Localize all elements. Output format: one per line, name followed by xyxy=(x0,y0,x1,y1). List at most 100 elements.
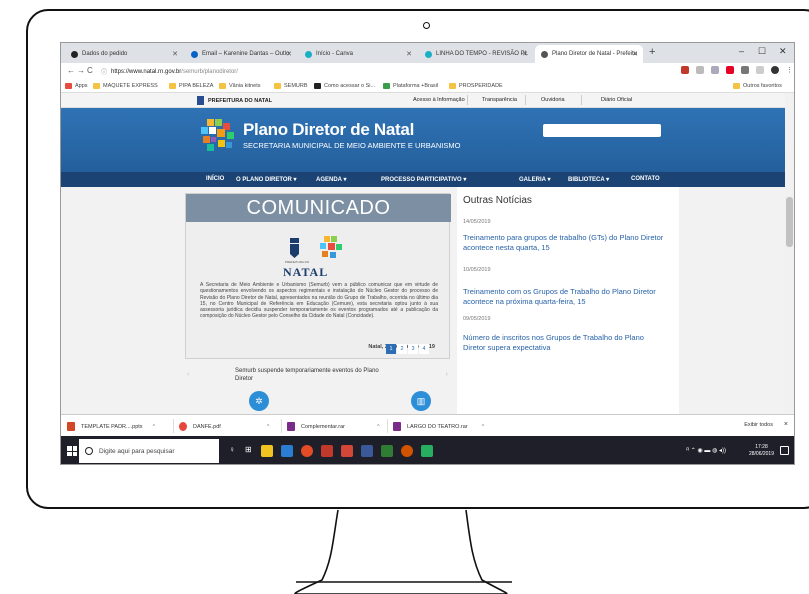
menu-o-plano-diretor[interactable]: O PLANO DIRETOR ▾ xyxy=(236,176,297,183)
chevron-right-icon[interactable]: › xyxy=(446,371,448,378)
tab-canva[interactable]: Início - Canva ✕ xyxy=(299,45,417,63)
maximize-icon[interactable]: ☐ xyxy=(758,46,766,57)
carousel-slide[interactable]: COMUNICADO PREFEITURA DO NATAL A Secreta… xyxy=(185,193,451,359)
bookmark-item[interactable]: SEMURB xyxy=(274,83,308,89)
download-item[interactable]: TEMPLATE PADR....pptx ^ xyxy=(67,422,155,431)
tab-email[interactable]: Email – Karenine Dantas – Outlo ✕ xyxy=(185,45,297,63)
chevron-up-icon[interactable]: ^ xyxy=(267,424,270,430)
bookmark-item[interactable]: PIPA BELEZA xyxy=(169,83,213,89)
store-icon[interactable] xyxy=(281,445,293,457)
site-title[interactable]: Plano Diretor de Natal xyxy=(243,120,414,140)
menu-contato[interactable]: CONTATO xyxy=(631,176,660,182)
close-icon[interactable]: × xyxy=(784,421,788,428)
menu-icon[interactable]: ⋮ xyxy=(786,66,793,74)
task-view-icon[interactable]: ⊞ xyxy=(245,445,252,454)
gear-icon[interactable]: ✲ xyxy=(249,391,269,411)
extension-icon[interactable] xyxy=(711,66,719,74)
back-icon[interactable]: ← xyxy=(67,66,75,75)
file-explorer-icon[interactable] xyxy=(261,445,273,457)
drive-icon[interactable] xyxy=(741,66,749,74)
extension-icon[interactable] xyxy=(756,66,764,74)
search-input[interactable] xyxy=(543,124,661,137)
show-all-downloads-button[interactable]: Exibir todos xyxy=(744,422,773,428)
carousel-page[interactable]: 1 xyxy=(386,344,396,354)
menu-biblioteca[interactable]: BIBLIOTECA ▾ xyxy=(568,176,609,183)
tab-linha-do-tempo[interactable]: LINHA DO TEMPO - REVISÃO PL ✕ xyxy=(419,45,533,63)
scrollbar-thumb[interactable] xyxy=(786,197,793,247)
news-link[interactable]: Treinamento com os Grupos de Trabalho do… xyxy=(463,287,668,307)
menu-galeria[interactable]: GALERIA ▾ xyxy=(519,176,550,183)
taskbar-search-input[interactable]: Digite aqui para pesquisar xyxy=(79,439,219,463)
caption-text[interactable]: Semurb suspende temporariamente eventos … xyxy=(235,367,395,383)
excel-icon[interactable] xyxy=(421,445,433,457)
microphone-icon[interactable]: ♀ xyxy=(229,445,235,454)
chrome-pdf-icon xyxy=(179,422,187,431)
news-link[interactable]: Treinamento para grupos de trabalho (GTs… xyxy=(463,233,668,253)
tab-dados-pedido[interactable]: Dados do pedido ✕ xyxy=(65,45,183,63)
link-diario-oficial[interactable]: Diário Oficial xyxy=(601,97,632,103)
folder-icon xyxy=(219,83,226,89)
link-transparencia[interactable]: Transparência xyxy=(482,97,517,103)
chevron-up-icon[interactable]: ^ xyxy=(482,424,485,430)
gov-bar: PREFEITURA DO NATAL Acesso à Informação … xyxy=(61,93,787,108)
gov-logo[interactable]: PREFEITURA DO NATAL xyxy=(197,96,272,105)
photoshop-icon[interactable] xyxy=(361,445,373,457)
system-tray-icons[interactable]: ᴿ ⌃ ◉ ▬ ◍ ◂)) xyxy=(686,447,726,454)
bookmark-other[interactable]: Outros favoritos xyxy=(733,83,782,89)
windows-start-icon[interactable] xyxy=(67,446,77,456)
browser-tab-bar: Dados do pedido ✕ Email – Karenine Danta… xyxy=(61,43,794,63)
menu-agenda[interactable]: AGENDA ▾ xyxy=(316,176,346,183)
forward-icon[interactable]: → xyxy=(77,66,85,75)
close-icon[interactable]: ✕ xyxy=(406,50,412,58)
pinterest-icon[interactable] xyxy=(726,66,734,74)
close-icon[interactable]: ✕ xyxy=(286,50,292,58)
library-icon[interactable]: ▥ xyxy=(411,391,431,411)
close-icon[interactable]: ✕ xyxy=(522,50,528,58)
reload-icon[interactable]: C xyxy=(87,66,93,75)
carousel-page[interactable]: 2 xyxy=(397,344,407,354)
downloads-bar: TEMPLATE PADR....pptx ^ DANFE.pdf ^ Comp… xyxy=(61,414,794,436)
chevron-up-icon[interactable]: ^ xyxy=(377,424,380,430)
avatar[interactable] xyxy=(771,66,779,74)
key-icon[interactable] xyxy=(681,66,689,74)
app-icon[interactable] xyxy=(321,445,333,457)
page-scrollbar[interactable] xyxy=(785,93,794,414)
app-icon[interactable] xyxy=(381,445,393,457)
carousel-page[interactable]: 3 xyxy=(408,344,418,354)
close-icon[interactable]: ✕ xyxy=(632,50,638,58)
menu-processo-participativo[interactable]: PROCESSO PARTICIPATIVO ▾ xyxy=(381,176,466,183)
tab-plano-diretor[interactable]: Plano Diretor de Natal - Prefeitu ✕ xyxy=(535,45,643,63)
link-acesso-informacao[interactable]: Acesso à Informação xyxy=(413,97,465,103)
news-heading: Outras Notícias xyxy=(463,195,532,206)
carousel-page[interactable]: 4 xyxy=(419,344,429,354)
acrobat-icon[interactable] xyxy=(341,445,353,457)
download-item[interactable]: LARGO DO TEATRO.rar ^ xyxy=(393,422,484,431)
download-item[interactable]: Complementar.rar ^ xyxy=(287,422,380,431)
link-ouvidoria[interactable]: Ouvidoria xyxy=(541,97,565,103)
bookmark-apps[interactable]: Apps xyxy=(65,83,88,89)
download-name: LARGO DO TEATRO.rar xyxy=(407,423,468,430)
new-tab-button[interactable]: + xyxy=(649,46,655,58)
window-close-icon[interactable]: ✕ xyxy=(779,46,787,57)
notifications-icon[interactable] xyxy=(780,446,789,455)
plano-diretor-logo[interactable] xyxy=(201,119,235,151)
bookmark-item[interactable]: Como acessar o Si... xyxy=(314,83,375,89)
menu-inicio[interactable]: INÍCIO xyxy=(206,176,224,182)
bookmark-item[interactable]: PROSPERIDADE xyxy=(449,83,503,89)
app-icon[interactable] xyxy=(401,445,413,457)
bookmark-item[interactable]: Vânia kitnets xyxy=(219,83,261,89)
download-item[interactable]: DANFE.pdf ^ xyxy=(179,422,269,431)
star-icon[interactable] xyxy=(696,66,704,74)
bookmark-item[interactable]: MAQUETE EXPRESS xyxy=(93,83,158,89)
chrome-icon[interactable] xyxy=(301,445,313,457)
carousel-caption: ‹ Semurb suspende temporariamente evento… xyxy=(185,365,450,387)
minimize-icon[interactable]: – xyxy=(739,46,744,56)
chevron-left-icon[interactable]: ‹ xyxy=(187,371,189,378)
chevron-up-icon[interactable]: ^ xyxy=(153,424,156,430)
canva-icon xyxy=(425,50,432,58)
news-link[interactable]: Número de inscritos nos Grupos de Trabal… xyxy=(463,333,668,353)
address-bar[interactable]: ⓘ https://www.natal.rn.gov.br /semurb/pl… xyxy=(101,66,721,77)
taskbar-clock[interactable]: 17:28 28/06/2019 xyxy=(749,444,774,458)
close-icon[interactable]: ✕ xyxy=(172,50,178,58)
bookmark-item[interactable]: Plataforma +Brasil xyxy=(383,83,438,89)
